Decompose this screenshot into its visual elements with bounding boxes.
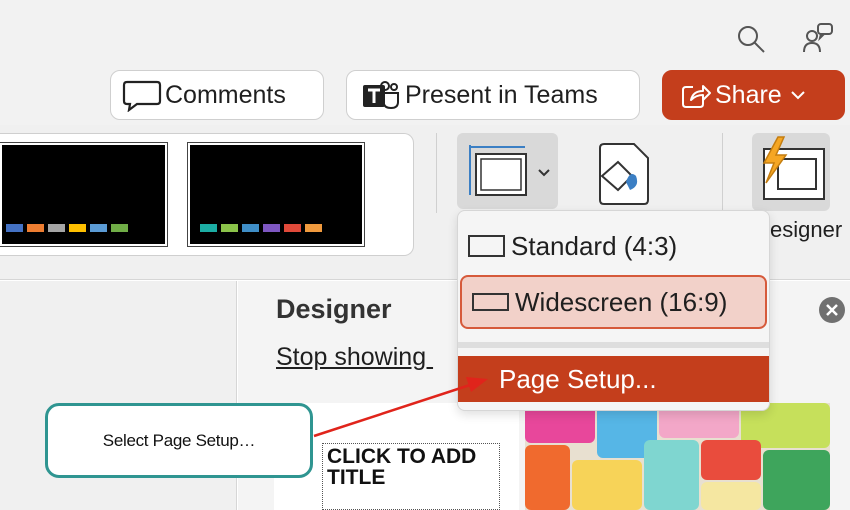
menu-item-label: Standard (4:3) xyxy=(511,230,678,261)
instruction-callout: Select Page Setup… xyxy=(45,403,313,478)
close-icon[interactable] xyxy=(818,296,846,324)
menu-item-label: Widescreen (16:9) xyxy=(515,286,728,317)
variant-thumbnail[interactable] xyxy=(187,142,365,247)
widescreen-ratio-icon xyxy=(472,293,509,311)
ribbon-separator xyxy=(722,133,723,213)
designer-pane-title: Designer xyxy=(276,294,392,324)
share-label: Share xyxy=(715,80,782,109)
menu-item-page-setup[interactable]: Page Setup... xyxy=(458,356,769,402)
teams-icon xyxy=(363,81,399,110)
people-chat-icon[interactable] xyxy=(802,22,834,54)
menu-divider xyxy=(458,342,769,348)
standard-ratio-icon xyxy=(468,235,505,257)
title-bar xyxy=(0,0,850,63)
menu-item-widescreen[interactable]: Widescreen (16:9) xyxy=(460,275,767,329)
stop-link-left: Stop showing xyxy=(276,343,434,371)
present-in-teams-label: Present in Teams xyxy=(405,80,598,109)
color-swatches xyxy=(6,224,128,232)
present-in-teams-button[interactable]: Present in Teams xyxy=(346,70,640,120)
design-idea-image[interactable] xyxy=(525,403,830,510)
designer-button[interactable] xyxy=(752,133,830,211)
share-button[interactable]: Share xyxy=(662,70,845,120)
color-swatches xyxy=(200,224,322,232)
menu-item-label: Page Setup... xyxy=(499,363,657,394)
chevron-down-icon xyxy=(791,91,805,100)
title-placeholder: CLICK TO ADD TITLE xyxy=(322,443,500,510)
callout-text: Select Page Setup… xyxy=(102,430,256,450)
variant-thumbnail[interactable] xyxy=(0,142,168,247)
search-icon[interactable] xyxy=(736,24,766,54)
share-icon xyxy=(682,85,711,108)
comments-label: Comments xyxy=(165,80,286,109)
ribbon-separator xyxy=(436,133,437,213)
comments-button[interactable]: Comments xyxy=(110,70,324,120)
format-background-icon[interactable] xyxy=(596,142,654,206)
designer-button-label: esigner xyxy=(770,217,843,242)
menu-item-standard[interactable]: Standard (4:3) xyxy=(458,220,769,272)
slide-size-button[interactable] xyxy=(457,133,558,209)
comment-bubble-icon xyxy=(122,80,162,112)
slide-size-icon xyxy=(469,145,550,196)
designer-icon xyxy=(762,136,825,200)
